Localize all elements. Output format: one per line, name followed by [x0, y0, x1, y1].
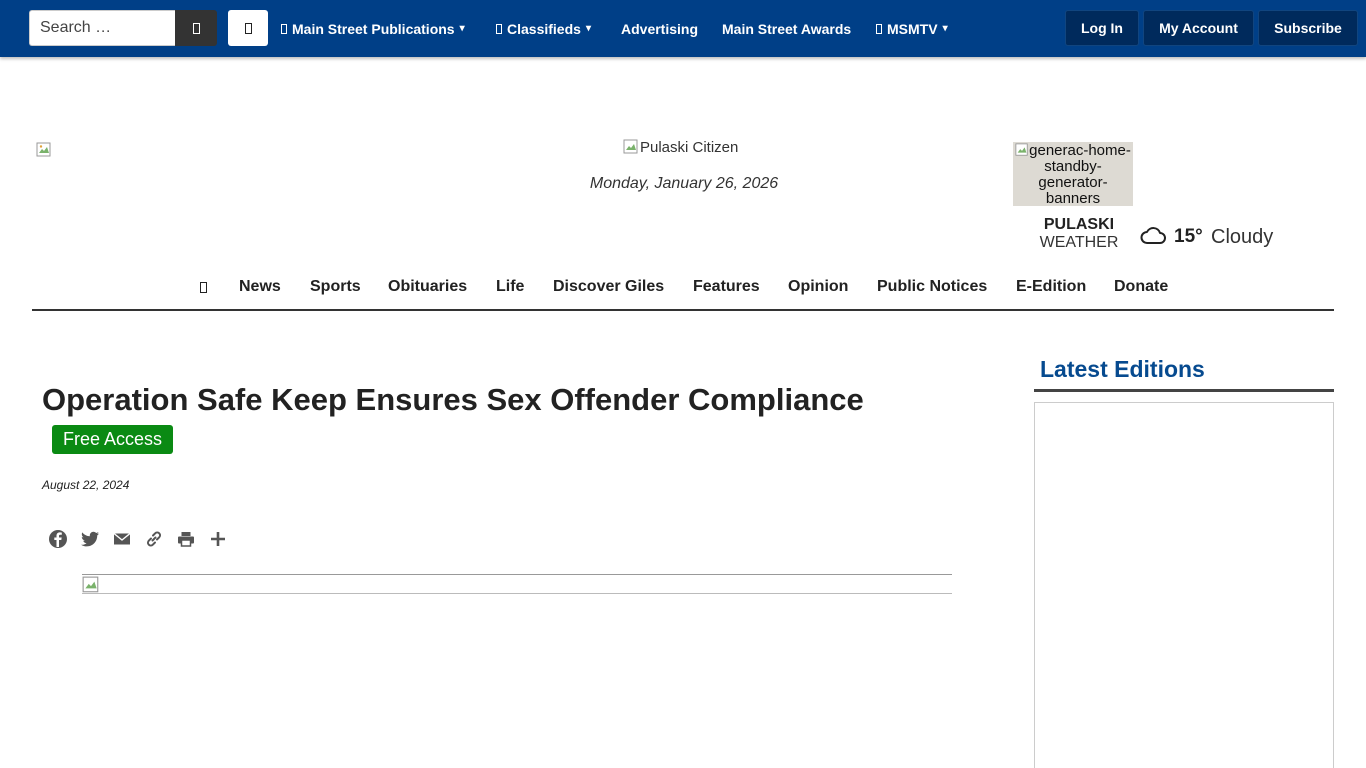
topnav-msmtv[interactable]: MSMTV ▾ — [876, 0, 948, 57]
twitter-icon — [81, 531, 99, 547]
article-date: August 22, 2024 — [42, 478, 130, 492]
more-share-icon — [211, 532, 225, 546]
nav-features[interactable]: Features — [693, 278, 760, 296]
email-icon — [113, 532, 131, 545]
broken-image-icon — [82, 576, 99, 593]
header-ad[interactable]: generac-home-standby-generator-banners — [1013, 142, 1133, 206]
topnav-label: MSMTV — [887, 20, 938, 37]
latest-editions-title: Latest Editions — [1040, 356, 1205, 382]
login-button[interactable]: Log In — [1065, 10, 1139, 46]
free-access-badge: Free Access — [52, 425, 173, 454]
toggle-button[interactable] — [228, 10, 268, 46]
article-headline: Operation Safe Keep Ensures Sex Offender… — [42, 382, 864, 417]
topnav-label: Advertising — [621, 20, 699, 37]
caret-down-icon: ▾ — [942, 23, 948, 34]
weather-word: WEATHER — [1039, 234, 1119, 251]
topnav-label: Main Street Publications — [292, 20, 455, 37]
topnav-classifieds[interactable]: Classifieds ▾ — [496, 0, 591, 57]
nav-life[interactable]: Life — [496, 278, 524, 296]
caret-down-icon: ▾ — [585, 23, 591, 34]
publications-icon — [281, 23, 287, 34]
nav-discover-giles[interactable]: Discover Giles — [553, 278, 664, 296]
search-button[interactable] — [175, 10, 217, 46]
topnav-main-street-awards[interactable]: Main Street Awards — [722, 0, 851, 57]
main-nav: News Sports Obituaries Life Discover Gil… — [32, 268, 1334, 311]
share-print-button[interactable] — [176, 529, 196, 549]
weather-temperature: 15° — [1174, 226, 1203, 247]
logo-alt-text: Pulaski Citizen — [640, 138, 739, 156]
top-bar: Main Street Publications ▾ Classifieds ▾… — [0, 0, 1366, 57]
print-icon — [178, 532, 194, 547]
cloud-icon — [1140, 227, 1166, 244]
site-logo[interactable]: Pulaski Citizen — [623, 138, 738, 156]
topnav-label: Classifieds — [507, 20, 581, 37]
latest-editions-widget — [1034, 402, 1334, 768]
search-input[interactable] — [29, 10, 175, 46]
broken-image-icon — [36, 142, 51, 157]
weather-city: PULASKI — [1043, 216, 1115, 233]
share-twitter-button[interactable] — [80, 529, 100, 549]
share-facebook-button[interactable] — [48, 529, 68, 549]
menu-icon — [244, 22, 252, 34]
nav-opinion[interactable]: Opinion — [788, 278, 848, 296]
facebook-icon — [49, 530, 67, 548]
topnav-label: Main Street Awards — [722, 20, 852, 37]
copy-link-icon — [146, 531, 162, 547]
subscribe-button[interactable]: Subscribe — [1258, 10, 1358, 46]
topnav-main-street-publications[interactable]: Main Street Publications ▾ — [281, 0, 465, 57]
current-date: Monday, January 26, 2026 — [589, 175, 779, 192]
share-more-button[interactable] — [208, 529, 228, 549]
nav-sports[interactable]: Sports — [310, 278, 361, 296]
nav-home[interactable] — [200, 280, 207, 298]
search-form — [29, 10, 217, 46]
my-account-button[interactable]: My Account — [1143, 10, 1254, 46]
nav-news[interactable]: News — [239, 278, 281, 296]
topnav-advertising[interactable]: Advertising — [621, 0, 698, 57]
classifieds-icon — [496, 23, 502, 34]
share-copy-link-button[interactable] — [144, 529, 164, 549]
weather-label[interactable]: PULASKI WEATHER — [1028, 216, 1130, 252]
broken-image-icon — [1015, 143, 1028, 156]
share-email-button[interactable] — [112, 529, 132, 549]
tv-icon — [876, 23, 882, 34]
caret-down-icon: ▾ — [459, 23, 465, 34]
broken-image-icon — [623, 139, 638, 154]
ad-alt-text: generac-home-standby-generator-banners — [1029, 142, 1131, 207]
weather-condition: Cloudy — [1211, 226, 1274, 248]
nav-public-notices[interactable]: Public Notices — [877, 278, 987, 296]
nav-obituaries[interactable]: Obituaries — [388, 278, 467, 296]
article-image — [82, 574, 952, 594]
home-icon — [200, 282, 207, 293]
search-icon — [192, 22, 200, 34]
nav-e-edition[interactable]: E-Edition — [1016, 278, 1086, 296]
latest-editions-header: Latest Editions — [1034, 354, 1334, 392]
nav-donate[interactable]: Donate — [1114, 278, 1168, 296]
